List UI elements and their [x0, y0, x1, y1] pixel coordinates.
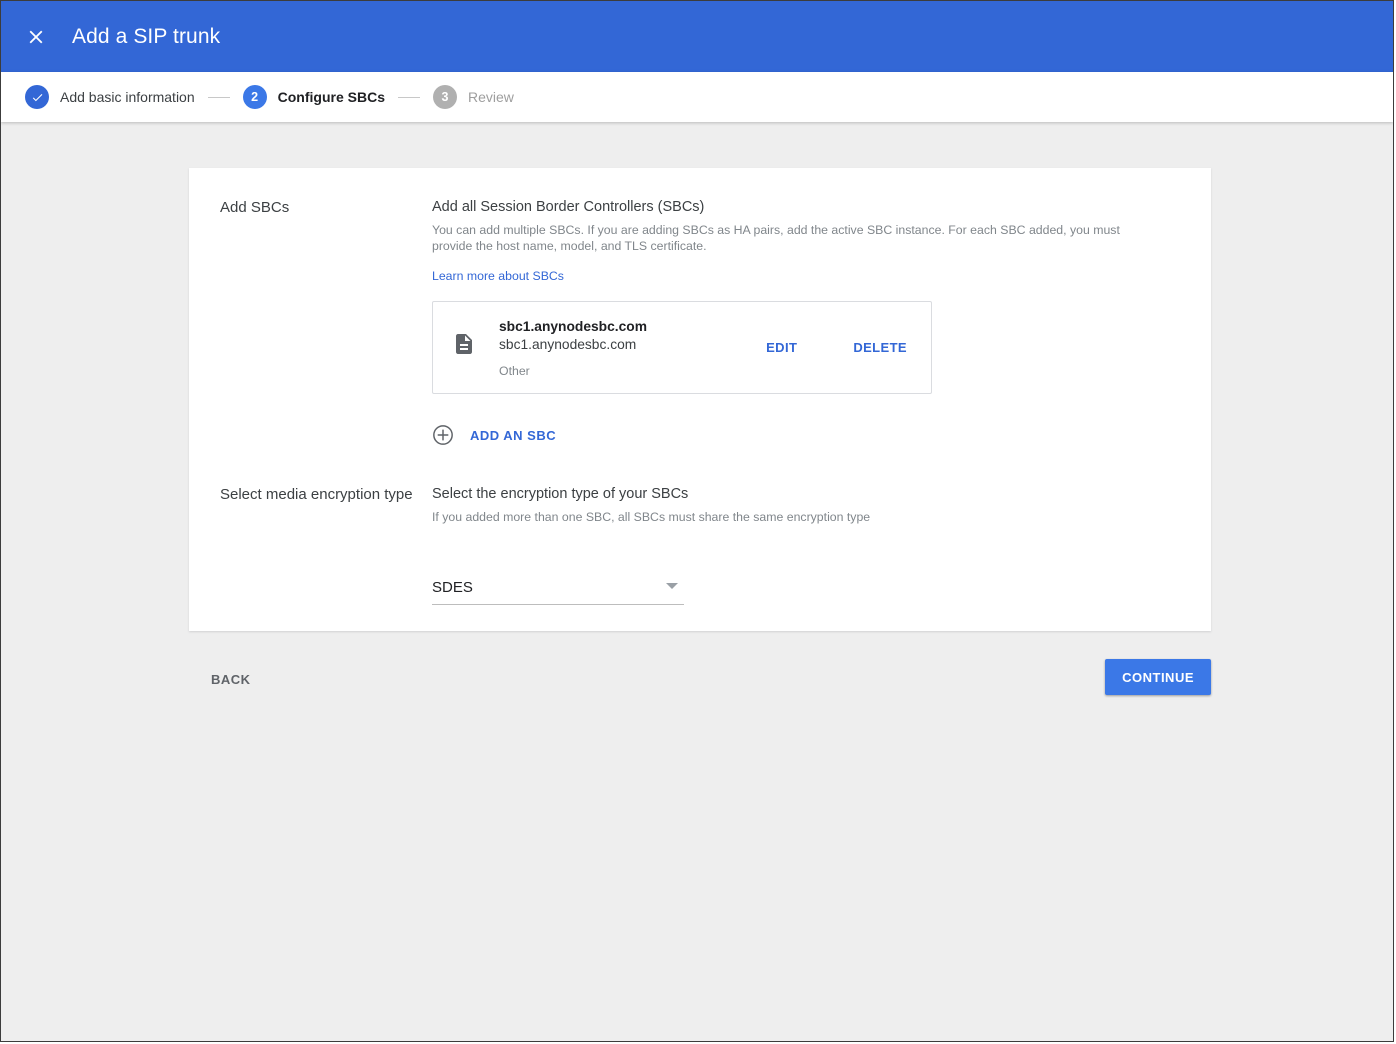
- plus-circle-icon: [432, 424, 454, 446]
- step-connector-1: [207, 96, 230, 98]
- wizard-stepper: Add basic information 2 Configure SBCs 3…: [1, 72, 1393, 122]
- encryption-description: If you added more than one SBC, all SBCs…: [432, 510, 871, 524]
- page-title: Add a SIP trunk: [72, 24, 221, 48]
- step-marker-1: [25, 85, 49, 109]
- section-title-add-sbcs: Add SBCs: [220, 199, 290, 216]
- continue-button[interactable]: CONTINUE: [1105, 659, 1211, 695]
- step-label-3: Review: [467, 89, 514, 105]
- delete-sbc-button[interactable]: DELETE: [845, 334, 915, 361]
- section-media-encryption: Select media encryption type Select the …: [189, 486, 1211, 605]
- sbc-item-info: sbc1.anynodesbc.com sbc1.anynodesbc.com …: [499, 318, 758, 378]
- sbc-item-actions: EDIT DELETE: [758, 334, 915, 361]
- section-add-sbcs: Add SBCs Add all Session Border Controll…: [189, 199, 1211, 446]
- encryption-type-select[interactable]: SDES: [432, 571, 684, 605]
- sip-trunk-wizard-page: Add a SIP trunk Add basic information 2 …: [0, 0, 1394, 1042]
- step-add-basic-information[interactable]: Add basic information: [25, 85, 195, 109]
- close-icon[interactable]: [21, 22, 51, 52]
- add-an-sbc-button[interactable]: ADD AN SBC: [432, 424, 562, 446]
- step-review[interactable]: 3 Review: [432, 85, 514, 109]
- step-marker-3: 3: [432, 85, 457, 109]
- step-marker-2: 2: [242, 85, 267, 109]
- add-sbcs-heading: Add all Session Border Controllers (SBCs…: [432, 199, 705, 215]
- sbc-item-model: Other: [499, 363, 530, 378]
- sbc-item-host: sbc1.anynodesbc.com: [499, 336, 637, 352]
- dialog-header: Add a SIP trunk: [1, 1, 1393, 72]
- step-connector-2: [397, 96, 420, 98]
- sbc-item-name: sbc1.anynodesbc.com: [499, 318, 647, 334]
- step-label-2: Configure SBCs: [277, 89, 385, 105]
- section-title-media-encryption: Select media encryption type: [220, 486, 413, 503]
- wizard-footer: BACK CONTINUE: [189, 656, 1211, 698]
- chevron-down-icon: [666, 582, 678, 589]
- encryption-heading: Select the encryption type of your SBCs: [432, 486, 689, 502]
- description-icon: [452, 332, 476, 356]
- edit-sbc-button[interactable]: EDIT: [758, 334, 805, 361]
- back-button[interactable]: BACK: [201, 666, 261, 693]
- section-body-add-sbcs: Add all Session Border Controllers (SBCs…: [432, 199, 1211, 446]
- step-configure-sbcs[interactable]: 2 Configure SBCs: [242, 85, 385, 109]
- wizard-content-card: Add SBCs Add all Session Border Controll…: [189, 168, 1211, 631]
- add-sbcs-description: You can add multiple SBCs. If you are ad…: [432, 223, 1120, 253]
- step-label-1: Add basic information: [60, 89, 195, 105]
- encryption-type-value: SDES: [432, 579, 473, 596]
- section-body-media-encryption: Select the encryption type of your SBCs …: [432, 486, 1211, 605]
- sbc-list-item: sbc1.anynodesbc.com sbc1.anynodesbc.com …: [432, 301, 932, 394]
- learn-more-about-sbcs-link[interactable]: Learn more about SBCs: [432, 269, 564, 283]
- add-an-sbc-label: ADD AN SBC: [470, 427, 557, 443]
